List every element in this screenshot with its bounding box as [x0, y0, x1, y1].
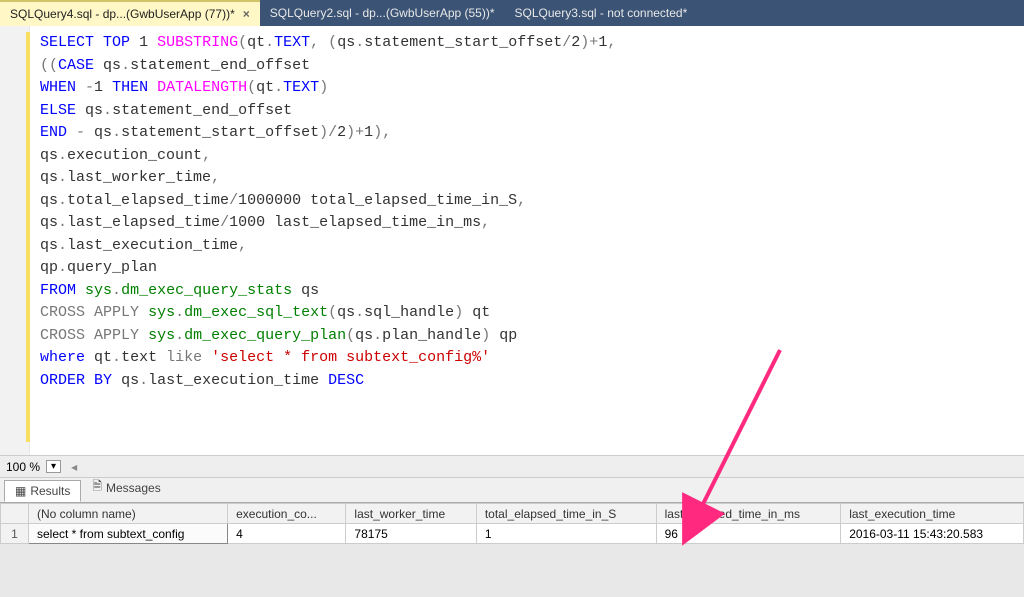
- col-header[interactable]: last_elapsed_time_in_ms: [656, 504, 841, 524]
- editor-gutter: [0, 26, 30, 455]
- tab-results[interactable]: ▦ Results: [4, 480, 81, 502]
- tab-messages[interactable]: 🗎 Messages: [81, 473, 171, 502]
- rownum-cell: 1: [1, 524, 29, 544]
- code-area[interactable]: SELECT TOP 1 SUBSTRING(qt.TEXT, (qs.stat…: [30, 26, 626, 455]
- tab-query4[interactable]: SQLQuery4.sql - dp...(GwbUserApp (77))* …: [0, 0, 260, 26]
- results-panetabs: ▦ Results 🗎 Messages: [0, 478, 1024, 502]
- tab-query3[interactable]: SQLQuery3.sql - not connected*: [505, 0, 698, 26]
- page-icon: 🗎: [92, 477, 102, 498]
- col-header[interactable]: last_execution_time: [841, 504, 1024, 524]
- col-header[interactable]: execution_co...: [228, 504, 346, 524]
- header-row: (No column name) execution_co... last_wo…: [1, 504, 1024, 524]
- scroll-left-icon[interactable]: ◂: [71, 460, 77, 474]
- cell[interactable]: 4: [228, 524, 346, 544]
- grid-icon: ▦: [15, 484, 26, 498]
- close-icon[interactable]: ×: [243, 7, 250, 21]
- results-grid[interactable]: (No column name) execution_co... last_wo…: [0, 502, 1024, 544]
- col-header[interactable]: last_worker_time: [346, 504, 476, 524]
- tab-query2[interactable]: SQLQuery2.sql - dp...(GwbUserApp (55))*: [260, 0, 505, 26]
- chevron-down-icon[interactable]: ▾: [46, 460, 61, 473]
- cell[interactable]: 1: [476, 524, 656, 544]
- table-row[interactable]: 1 select * from subtext_config 4 78175 1…: [1, 524, 1024, 544]
- col-header[interactable]: total_elapsed_time_in_S: [476, 504, 656, 524]
- cell[interactable]: 78175: [346, 524, 476, 544]
- col-header[interactable]: (No column name): [29, 504, 228, 524]
- tab-label: SQLQuery4.sql - dp...(GwbUserApp (77))*: [10, 7, 235, 21]
- tab-results-label: Results: [30, 484, 70, 498]
- rownum-header: [1, 504, 29, 524]
- tab-label: SQLQuery3.sql - not connected*: [515, 6, 688, 20]
- cell[interactable]: select * from subtext_config: [29, 524, 228, 544]
- editor-tabbar: SQLQuery4.sql - dp...(GwbUserApp (77))* …: [0, 0, 1024, 26]
- cell[interactable]: 96: [656, 524, 841, 544]
- zoom-value[interactable]: 100 %: [6, 460, 40, 474]
- tab-label: SQLQuery2.sql - dp...(GwbUserApp (55))*: [270, 6, 495, 20]
- sql-editor[interactable]: SELECT TOP 1 SUBSTRING(qt.TEXT, (qs.stat…: [0, 26, 1024, 456]
- cell[interactable]: 2016-03-11 15:43:20.583: [841, 524, 1024, 544]
- tab-messages-label: Messages: [106, 481, 161, 495]
